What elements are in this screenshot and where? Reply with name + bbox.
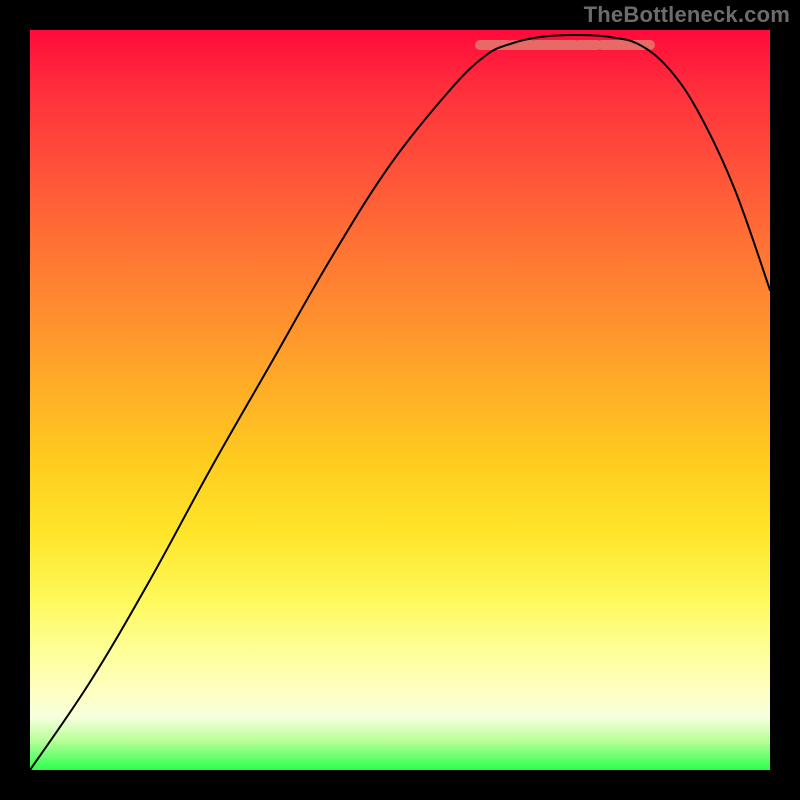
chart-stage: TheBottleneck.com	[0, 0, 800, 800]
watermark-text: TheBottleneck.com	[584, 2, 790, 28]
chart-svg	[30, 30, 770, 770]
chart-curves-layer	[30, 30, 770, 770]
main-curve-line	[30, 35, 770, 770]
chart-plot-area	[30, 30, 770, 770]
